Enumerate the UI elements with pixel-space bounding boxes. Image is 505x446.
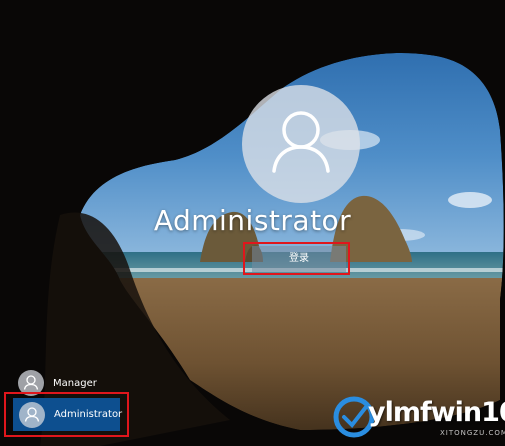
lock-screen: Administrator 登录 Manager Administrator y… xyxy=(0,0,505,446)
user-silhouette-icon xyxy=(272,111,330,173)
user-tile-highlight-box xyxy=(4,392,129,437)
user-avatar xyxy=(242,85,360,203)
user-tile-label: Manager xyxy=(53,377,97,389)
watermark-text: ylmfwin100.com xyxy=(368,397,505,428)
watermark-subtext: XITONGZU.COM xyxy=(440,429,505,437)
username-label: Administrator xyxy=(153,204,352,237)
sign-in-highlight-box xyxy=(243,242,350,275)
